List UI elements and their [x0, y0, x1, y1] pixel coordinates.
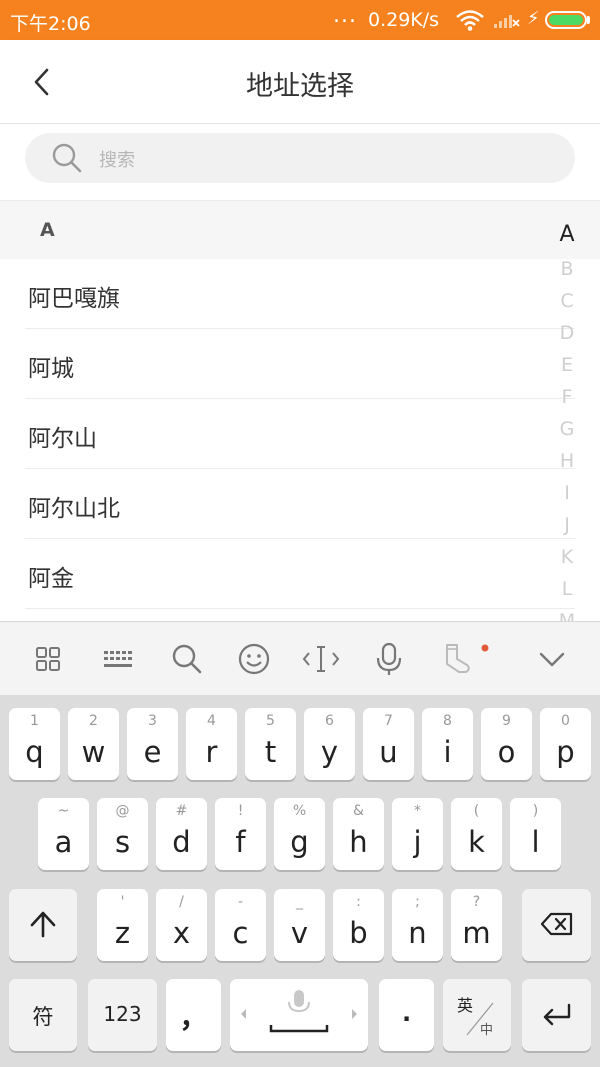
key-w[interactable]: 2w [68, 708, 119, 780]
city-name: 阿巴嘎旗 [28, 286, 120, 312]
key-b[interactable]: :b [333, 889, 384, 961]
index-letter-f[interactable]: F [548, 386, 586, 408]
charging-bolt-icon: ⚡ [527, 8, 540, 29]
key-m[interactable]: ? m [451, 889, 502, 961]
index-letter-d[interactable]: D [548, 322, 586, 344]
alphabet-index-bar[interactable]: A B C D E F G H I J K L M [548, 218, 586, 621]
key-h[interactable]: & h [333, 798, 384, 870]
key-v[interactable]: _ v [274, 889, 325, 961]
notification-dot [481, 637, 489, 656]
key-i[interactable]: 8i [422, 708, 473, 780]
list-item[interactable]: 阿巴嘎旗 [0, 259, 600, 329]
key-r[interactable]: 4r [186, 708, 237, 780]
header: 地址选择 [0, 40, 600, 124]
city-name: 阿尔山北 [28, 496, 120, 522]
index-letter-c[interactable]: C [548, 290, 586, 312]
search-icon [51, 142, 83, 178]
key-s[interactable]: @ s [97, 798, 148, 870]
search-icon[interactable] [167, 639, 207, 679]
key-j[interactable]: * j [392, 798, 443, 870]
city-name: 阿城 [28, 356, 74, 382]
signal-off-icon [493, 11, 521, 33]
search-bar: 搜索 [0, 124, 600, 201]
index-letter-h[interactable]: H [548, 450, 586, 472]
list-item[interactable]: 阿金 [0, 539, 600, 609]
index-letter-j[interactable]: J [548, 514, 586, 536]
key-k[interactable]: (k [451, 798, 502, 870]
grid-menu-icon[interactable] [28, 639, 68, 679]
key-q[interactable]: 1q [9, 708, 60, 780]
status-bar: 下午2:06 ... 0.29K/s ⚡ [0, 0, 600, 40]
section-letter: A [40, 219, 55, 241]
battery-tip [587, 16, 590, 24]
key-y[interactable]: 6y [304, 708, 355, 780]
microphone-icon[interactable] [369, 639, 409, 679]
index-letter-m[interactable]: M [548, 610, 586, 621]
key-g[interactable]: % g [274, 798, 325, 870]
key-p[interactable]: 0p [540, 708, 591, 780]
status-more-dots: ... [333, 3, 357, 28]
backspace-icon [540, 912, 573, 936]
comma-key[interactable]: ， [166, 979, 221, 1051]
search-input[interactable]: 搜索 [25, 133, 575, 183]
language-switch-key[interactable]: 英 中 [443, 979, 511, 1051]
enter-key[interactable] [522, 979, 591, 1051]
status-time: 下午2:06 [10, 13, 91, 35]
city-name: 阿金 [28, 566, 74, 592]
shift-key[interactable] [9, 889, 77, 961]
index-letter-e[interactable]: E [548, 354, 586, 376]
index-letter-a[interactable]: A [548, 222, 586, 247]
index-letter-g[interactable]: G [548, 418, 586, 440]
search-placeholder: 搜索 [99, 150, 135, 171]
backspace-key[interactable] [522, 889, 591, 961]
index-letter-l[interactable]: L [548, 578, 586, 600]
symbols-key[interactable]: 符 [9, 979, 77, 1051]
battery-icon [545, 11, 587, 29]
key-t[interactable]: 5t [245, 708, 296, 780]
keyboard: 1q 2w 3e 4r 5t 6y 7u 8i 9o 0p ~ a @ s # d !… [0, 695, 600, 1067]
key-u[interactable]: 7u [363, 708, 414, 780]
key-a[interactable]: ~ a [38, 798, 89, 870]
city-name: 阿尔山 [28, 426, 97, 452]
index-letter-i[interactable]: I [548, 482, 586, 504]
key-n[interactable]: ; n [392, 889, 443, 961]
key-e[interactable]: 3e [127, 708, 178, 780]
shift-arrow-icon [30, 911, 56, 938]
page-title: 地址选择 [246, 71, 354, 102]
wifi-icon [455, 9, 485, 35]
emoji-icon[interactable] [234, 639, 274, 679]
keyboard-icon[interactable] [99, 639, 139, 679]
key-c[interactable]: -c [215, 889, 266, 961]
network-speed: 0.29K/s [368, 9, 440, 31]
index-letter-k[interactable]: K [548, 546, 586, 568]
keyboard-toolbar [0, 621, 600, 695]
list-item[interactable]: 阿尔山北 [0, 469, 600, 539]
period-key[interactable]: . [379, 979, 434, 1051]
space-key[interactable] [230, 979, 368, 1051]
cursor-icon[interactable] [301, 639, 341, 679]
city-list: 阿巴嘎旗 阿城 阿尔山 阿尔山北 阿金 [0, 259, 600, 621]
sock-icon[interactable] [437, 639, 477, 679]
key-d[interactable]: # d [156, 798, 207, 870]
key-z[interactable]: ' z [97, 889, 148, 961]
chevron-down-icon[interactable] [532, 639, 572, 679]
key-x[interactable]: / x [156, 889, 207, 961]
key-f[interactable]: ! f [215, 798, 266, 870]
key-l[interactable]: ) l [510, 798, 561, 870]
list-item[interactable]: 阿城 [0, 329, 600, 399]
enter-icon [543, 1003, 571, 1026]
list-item[interactable]: 阿尔山 [0, 399, 600, 469]
key-o[interactable]: 9o [481, 708, 532, 780]
divider [25, 608, 575, 609]
numbers-key[interactable]: 123 [88, 979, 157, 1051]
index-letter-b[interactable]: B [548, 258, 586, 280]
section-header: A [0, 201, 600, 259]
